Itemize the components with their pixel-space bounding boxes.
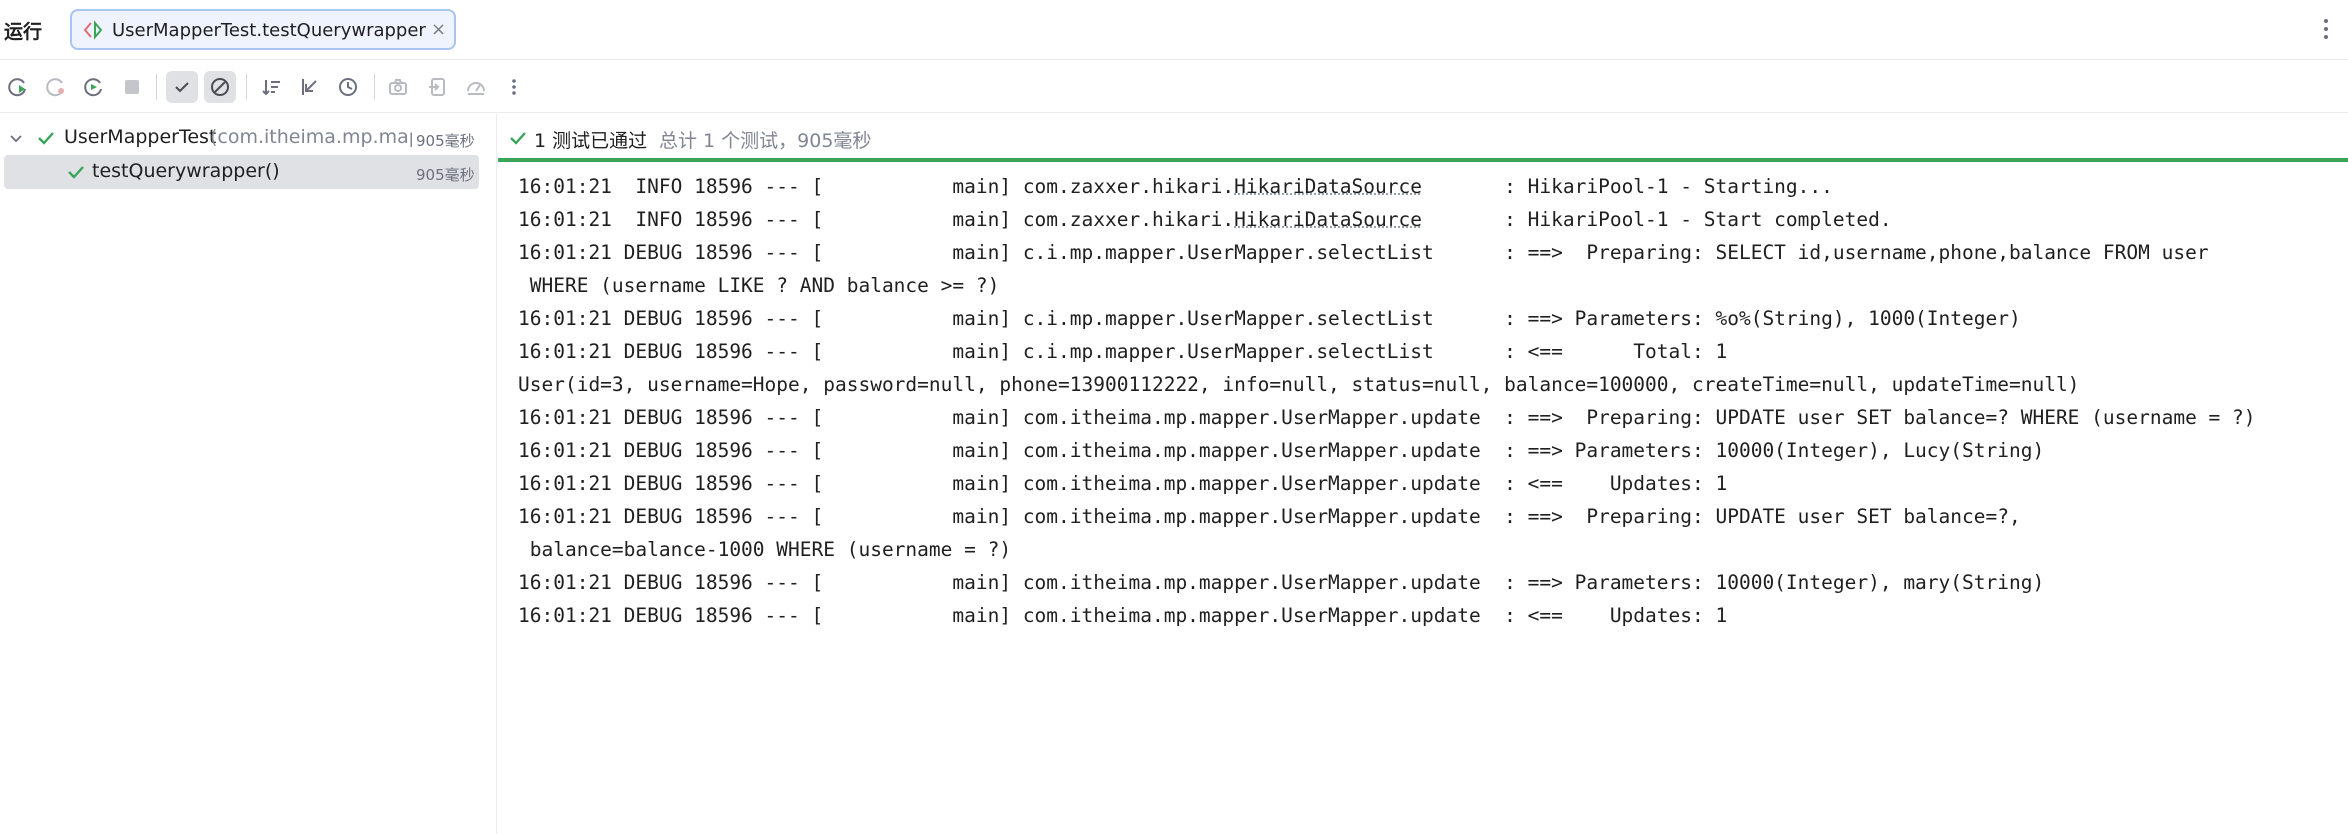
console-text: : HikariPool-1 - Start completed. bbox=[1421, 208, 1892, 231]
test-tree-panel: UserMapperTest (com.itheima.mp.mapp 905毫… bbox=[0, 114, 497, 834]
export-button[interactable] bbox=[422, 71, 454, 103]
console-line: 16:01:21 DEBUG 18596 --- [ main] com.ith… bbox=[518, 467, 2338, 500]
console-line: 16:01:21 DEBUG 18596 --- [ main] c.i.mp.… bbox=[518, 236, 2338, 269]
console-line: 16:01:21 DEBUG 18596 --- [ main] c.i.mp.… bbox=[518, 302, 2338, 335]
toolbar-separator bbox=[246, 74, 247, 100]
coverage-icon bbox=[467, 82, 485, 95]
more-icon bbox=[512, 79, 516, 95]
test-run-icon bbox=[83, 20, 103, 40]
toolbar-separator bbox=[156, 74, 157, 100]
rerun-icon bbox=[8, 78, 26, 97]
passed-check-icon bbox=[510, 132, 526, 145]
console-line: 16:01:21 INFO 18596 --- [ main] com.zaxx… bbox=[518, 203, 2338, 236]
console-text: 16:01:21 DEBUG 18596 --- [ main] com.ith… bbox=[518, 505, 2021, 528]
console-text: 16:01:21 DEBUG 18596 --- [ main] c.i.mp.… bbox=[518, 340, 1728, 363]
console-text: WHERE (username LIKE ? AND balance >= ?) bbox=[518, 274, 1000, 297]
more-options-icon[interactable] bbox=[2318, 14, 2334, 44]
rerun-failed-icon bbox=[46, 78, 64, 97]
collapse-icon bbox=[302, 79, 317, 95]
rerun-auto-icon bbox=[84, 78, 102, 97]
console-line: 16:01:21 DEBUG 18596 --- [ main] com.ith… bbox=[518, 500, 2338, 533]
passed-check-icon bbox=[68, 166, 84, 179]
console-text: 16:01:21 DEBUG 18596 --- [ main] com.ith… bbox=[518, 406, 2256, 429]
console-text: 16:01:21 DEBUG 18596 --- [ main] com.ith… bbox=[518, 604, 1728, 627]
export-icon bbox=[429, 78, 445, 96]
console-text: 16:01:21 INFO 18596 --- [ main] com.zaxx… bbox=[518, 208, 1235, 231]
chevron-down-icon[interactable] bbox=[8, 130, 24, 146]
rerun-failed-button[interactable] bbox=[40, 71, 72, 103]
test-tree-root[interactable]: UserMapperTest (com.itheima.mp.mapp 905毫… bbox=[0, 121, 497, 155]
console-line: balance=balance-1000 WHERE (username = ?… bbox=[518, 533, 2338, 566]
rerun-auto-button[interactable] bbox=[78, 71, 110, 103]
close-tab-icon[interactable]: × bbox=[431, 19, 446, 40]
console-text: balance=balance-1000 WHERE (username = ?… bbox=[518, 538, 1012, 561]
toolbar-more-button[interactable] bbox=[498, 71, 530, 103]
toolbar-separator bbox=[374, 74, 375, 100]
test-tree-item-testquerywrapper[interactable]: testQuerywrapper() 905毫秒 bbox=[4, 155, 479, 189]
run-window-title: 运行 bbox=[4, 21, 43, 43]
run-tool-window-header: 运行 UserMapperTest.testQuerywrapper × bbox=[0, 0, 2348, 60]
coverage-button[interactable] bbox=[460, 71, 492, 103]
console-line: 16:01:21 DEBUG 18596 --- [ main] com.ith… bbox=[518, 566, 2338, 599]
console-line: WHERE (username LIKE ? AND balance >= ?) bbox=[518, 269, 2338, 302]
tests-total-label: 总计 1 个测试，905毫秒 bbox=[659, 130, 872, 152]
show-ignored-toggle[interactable] bbox=[204, 71, 236, 103]
console-line: 16:01:21 INFO 18596 --- [ main] com.zaxx… bbox=[518, 170, 2338, 203]
console-text: 16:01:21 DEBUG 18596 --- [ main] com.ith… bbox=[518, 571, 2045, 594]
stop-icon bbox=[125, 80, 139, 94]
passed-check-icon bbox=[38, 132, 54, 145]
test-progress-bar bbox=[498, 158, 2348, 162]
run-configuration-tab[interactable]: UserMapperTest.testQuerywrapper × bbox=[70, 9, 456, 50]
test-class-name: UserMapperTest bbox=[64, 126, 217, 148]
console-text: 16:01:21 DEBUG 18596 --- [ main] com.ith… bbox=[518, 439, 2045, 462]
sort-button[interactable] bbox=[256, 71, 288, 103]
console-line: User(id=3, username=Hope, password=null,… bbox=[518, 368, 2338, 401]
console-text: User(id=3, username=Hope, password=null,… bbox=[518, 373, 2080, 396]
sort-icon bbox=[262, 80, 280, 96]
console-line: 16:01:21 DEBUG 18596 --- [ main] com.ith… bbox=[518, 401, 2338, 434]
console-line: 16:01:21 DEBUG 18596 --- [ main] c.i.mp.… bbox=[518, 335, 2338, 368]
show-ignored-icon bbox=[211, 78, 229, 96]
console-text: 16:01:21 DEBUG 18596 --- [ main] c.i.mp.… bbox=[518, 307, 2021, 330]
history-button[interactable] bbox=[332, 71, 364, 103]
show-passed-toggle[interactable] bbox=[166, 71, 198, 103]
class-link[interactable]: HikariDataSource bbox=[1234, 208, 1422, 231]
test-runner-toolbar bbox=[0, 61, 2348, 113]
test-method-duration: 905毫秒 bbox=[416, 166, 475, 184]
collapse-button[interactable] bbox=[294, 71, 326, 103]
test-class-package: (com.itheima.mp.mapp bbox=[210, 126, 412, 148]
console-line: 16:01:21 DEBUG 18596 --- [ main] com.ith… bbox=[518, 599, 2338, 632]
tab-label: UserMapperTest.testQuerywrapper bbox=[112, 20, 426, 41]
tests-passed-label: 1 测试已通过 bbox=[534, 130, 648, 152]
show-passed-icon bbox=[175, 82, 189, 93]
screenshot-button[interactable] bbox=[382, 71, 414, 103]
rerun-button[interactable] bbox=[2, 71, 34, 103]
history-icon bbox=[339, 78, 357, 96]
console-text: : HikariPool-1 - Starting... bbox=[1421, 175, 1833, 198]
console-text: 16:01:21 DEBUG 18596 --- [ main] c.i.mp.… bbox=[518, 241, 2209, 264]
console-output[interactable]: 16:01:21 INFO 18596 --- [ main] com.zaxx… bbox=[518, 170, 2338, 632]
test-class-duration: 905毫秒 bbox=[416, 132, 475, 150]
screenshot-icon bbox=[389, 79, 407, 95]
class-link[interactable]: HikariDataSource bbox=[1234, 175, 1422, 198]
stop-button[interactable] bbox=[116, 71, 148, 103]
console-line: 16:01:21 DEBUG 18596 --- [ main] com.ith… bbox=[518, 434, 2338, 467]
console-text: 16:01:21 DEBUG 18596 --- [ main] com.ith… bbox=[518, 472, 1728, 495]
console-text: 16:01:21 INFO 18596 --- [ main] com.zaxx… bbox=[518, 175, 1235, 198]
test-method-name: testQuerywrapper() bbox=[92, 160, 280, 182]
